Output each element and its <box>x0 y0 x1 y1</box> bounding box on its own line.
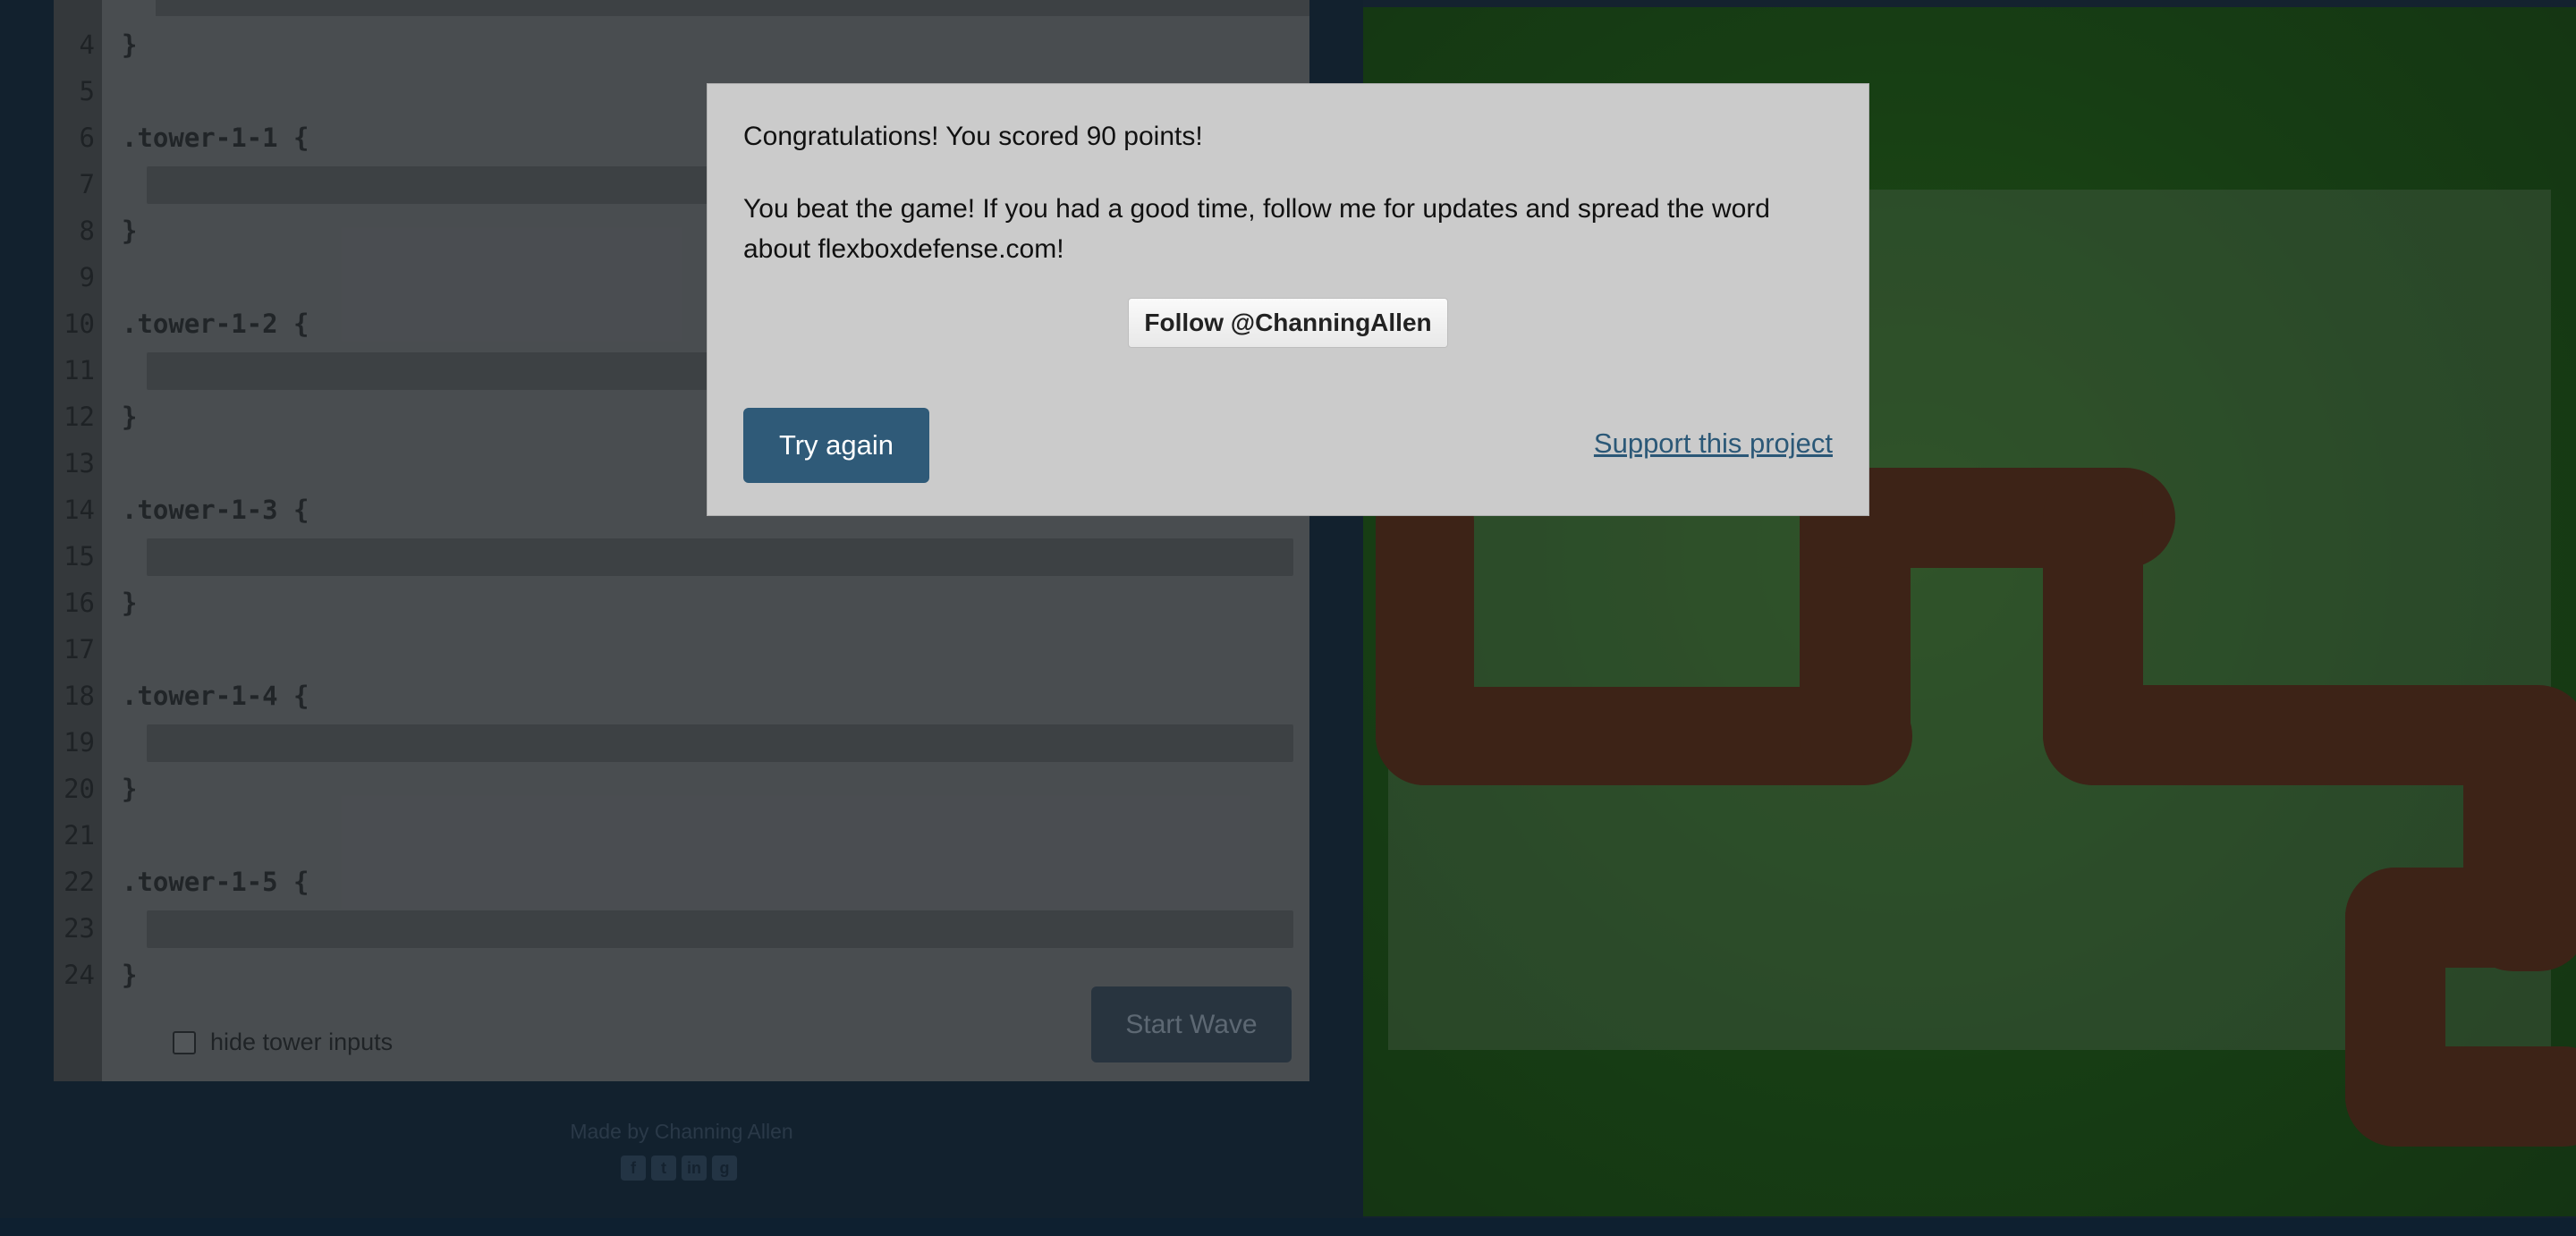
score-message: Congratulations! You scored 90 points! <box>743 122 1203 151</box>
follow-button-label: Follow @ChanningAllen <box>1144 309 1432 336</box>
support-project-link[interactable]: Support this project <box>1594 428 1833 460</box>
game-over-modal: Congratulations! You scored 90 points! Y… <box>707 83 1869 516</box>
page-bottom-strip <box>0 1218 2576 1236</box>
beat-game-message: You beat the game! If you had a good tim… <box>743 194 1770 264</box>
try-again-button[interactable]: Try again <box>743 408 929 483</box>
follow-twitter-button[interactable]: Follow @ChanningAllen <box>1128 298 1448 348</box>
